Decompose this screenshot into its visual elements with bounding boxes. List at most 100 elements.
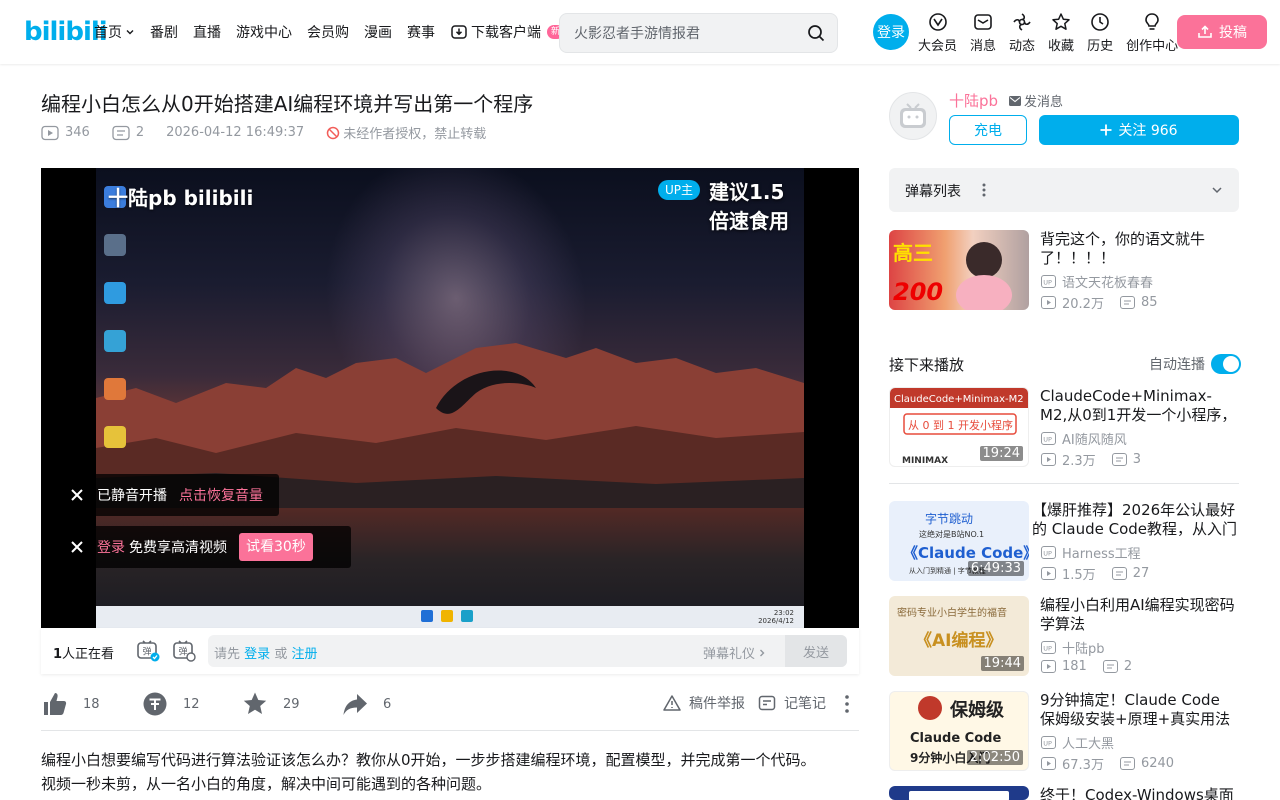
recommend-views: 181 <box>1062 659 1087 674</box>
viewers-now: 1人正在看 <box>53 643 114 662</box>
recommend-views: 1.5万 <box>1062 568 1096 583</box>
coin-button[interactable]: 12 <box>141 690 200 718</box>
recommend-uploader[interactable]: UP AI随风随风 <box>1041 429 1127 448</box>
charge-button[interactable]: 充电 <box>949 115 1027 145</box>
recommend-card[interactable]: ClaudeCode+Minimax-M2 从 0 到 1 开发小程序 MINI… <box>889 387 1239 469</box>
thumbs-up-icon <box>41 690 69 718</box>
danmaku-settings-icon[interactable]: 弹 <box>172 640 196 662</box>
recommend-uploader[interactable]: UP 人工大黑 <box>1041 733 1114 752</box>
chevron-right-icon <box>757 648 767 658</box>
ad-video-card[interactable]: 高三 200 背完这个，你的语文就牛了！！！！ UP 语文天花板春春 20.2万… <box>889 230 1239 312</box>
svg-text:弹: 弹 <box>143 646 152 658</box>
nav-creator-center[interactable]: 创作中心 <box>1126 12 1178 54</box>
nav-manga[interactable]: 漫画 <box>364 22 392 42</box>
notes-button[interactable]: 记笔记 <box>758 693 826 713</box>
nav-messages[interactable]: 消息 <box>970 12 996 54</box>
ad-thumbnail: 高三 200 <box>889 230 1029 310</box>
share-button[interactable]: 6 <box>341 690 391 718</box>
nav-history[interactable]: 历史 <box>1087 12 1113 54</box>
taskbar-date: 2026/4/12 <box>758 617 794 625</box>
danmaku-count-icon <box>1119 757 1135 770</box>
login-button[interactable]: 登录 <box>873 14 909 50</box>
uploader-avatar[interactable] <box>889 92 937 140</box>
ad-stats: 20.2万 85 <box>1041 293 1158 312</box>
play-count-icon <box>1041 296 1056 309</box>
recommend-uploader-name: Harness工程 <box>1062 547 1141 562</box>
ad-title[interactable]: 背完这个，你的语文就牛了！！！！ <box>1040 230 1239 268</box>
ad-thumb-art: 高三 200 <box>893 241 1012 310</box>
play-count-icon <box>1041 757 1056 770</box>
recommend-card[interactable]: 密码专业小白学生的福音 《AI编程》 19:44 编程小白利用AI编程实现密码学… <box>889 596 1239 676</box>
send-message-link[interactable]: 发消息 <box>1009 91 1063 110</box>
dynamic-icon <box>1012 12 1032 32</box>
danmaku-login-link[interactable]: 登录 <box>244 647 270 662</box>
autoplay-switch[interactable]: 自动连播 <box>1149 354 1241 374</box>
svg-text:UP: UP <box>1043 550 1052 558</box>
svg-text:UP: UP <box>1043 279 1052 287</box>
recommend-title[interactable]: 终于！Codex-Windows桌面 <box>1040 786 1239 800</box>
nav-esports[interactable]: 赛事 <box>407 22 435 42</box>
prompt-or: 或 <box>274 647 288 662</box>
danmaku-list-panel[interactable]: 弹幕列表 <box>889 168 1239 212</box>
danmaku-count-icon <box>1111 567 1127 580</box>
more-vertical-icon[interactable] <box>979 182 989 198</box>
recommend-thumbnail <box>889 786 1029 800</box>
view-count: 346 <box>65 125 90 140</box>
recommend-card[interactable]: 终于！Codex-Windows桌面 <box>889 786 1239 800</box>
more-vertical-icon[interactable] <box>839 694 855 714</box>
like-count: 18 <box>83 696 100 712</box>
download-label: 下载客户端 <box>471 25 541 41</box>
nav-esports-label: 赛事 <box>407 25 435 41</box>
recommend-title[interactable]: 【爆肝推荐】2026年公认最好的 Claude Code教程，从入门到精通 <box>1032 501 1239 539</box>
danmaku-toggle-icon[interactable]: 弹 <box>136 640 160 662</box>
recommend-uploader[interactable]: UP 十陆pb <box>1041 638 1105 657</box>
nav-game-center[interactable]: 游戏中心 <box>236 22 292 42</box>
recommend-card[interactable]: 保姆级 Claude Code 9分钟小白入门 2:02:50 9分钟搞定！Cl… <box>889 691 1239 773</box>
danmaku-input[interactable]: 请先 登录 或 注册 弹幕礼仪 发送 <box>208 635 847 667</box>
svg-text:密码专业小白学生的福音: 密码专业小白学生的福音 <box>897 606 1007 619</box>
nav-favorites[interactable]: 收藏 <box>1048 12 1074 54</box>
upload-button[interactable]: 投稿 <box>1177 15 1267 49</box>
report-button[interactable]: 稿件举报 <box>663 693 745 713</box>
recommend-thumbnail: 字节跳动 这绝对是B站NO.1 《Claude Code》 从入门到精通 | 字… <box>889 501 1029 581</box>
autoplay-toggle[interactable] <box>1211 354 1241 374</box>
trial-30s-button[interactable]: 试看30秒 <box>239 533 313 561</box>
recommend-uploader[interactable]: UP Harness工程 <box>1041 543 1141 562</box>
close-icon[interactable] <box>69 487 85 503</box>
search-icon[interactable] <box>807 24 825 42</box>
nav-bangumi-label: 番剧 <box>150 25 178 41</box>
close-icon[interactable] <box>69 539 85 555</box>
recommend-thumbnail: ClaudeCode+Minimax-M2 从 0 到 1 开发小程序 MINI… <box>889 387 1029 467</box>
up-next-divider <box>889 483 1239 484</box>
recommend-title[interactable]: 9分钟搞定！Claude Code 保姆级安装+原理+真实用法（小白必看） <box>1040 691 1239 729</box>
nav-bangumi[interactable]: 番剧 <box>150 22 178 42</box>
nav-vip[interactable]: 大会员 <box>918 12 957 54</box>
danmaku-etiquette-link[interactable]: 弹幕礼仪 <box>703 643 767 662</box>
favorite-button[interactable]: 29 <box>241 690 300 718</box>
description-line: 编程小白想要编写代码进行算法验证该怎么办？教你从0开始，一步步搭建编程环境，配置… <box>41 751 816 769</box>
nav-dynamic[interactable]: 动态 <box>1009 12 1035 54</box>
follow-button[interactable]: 关注 966 <box>1039 115 1239 145</box>
uploader-name[interactable]: 十陆pb <box>949 90 998 111</box>
like-button[interactable]: 18 <box>41 690 100 718</box>
recommend-title[interactable]: ClaudeCode+Minimax-M2,从0到1开发一个小程序，非常详细 <box>1040 387 1239 425</box>
description-line: 视频一秒未剪，从一名小白的角度，解决中间可能遇到的各种问题。 <box>41 775 492 793</box>
nav-mall[interactable]: 会员购 <box>307 22 349 42</box>
ad-uploader[interactable]: UP 语文天花板春春 <box>1041 272 1153 291</box>
play-count-icon <box>1041 660 1056 673</box>
restore-volume-link[interactable]: 点击恢复音量 <box>179 485 263 505</box>
taskbar-icons <box>421 610 473 622</box>
nav-home[interactable]: 首页 <box>94 22 135 42</box>
toast-login-link[interactable]: 登录 <box>97 537 125 557</box>
viewers-count: 1 <box>53 647 63 662</box>
nav-live[interactable]: 直播 <box>193 22 221 42</box>
danmaku-send-button[interactable]: 发送 <box>785 635 847 667</box>
danmaku-register-link[interactable]: 注册 <box>291 647 317 662</box>
copyright-notice: 未经作者授权，禁止转载 <box>326 123 486 142</box>
copyright-text: 未经作者授权，禁止转载 <box>343 127 487 142</box>
nav-download-client[interactable]: 下载客户端 新 <box>450 22 565 42</box>
recommend-card[interactable]: 字节跳动 这绝对是B站NO.1 《Claude Code》 从入门到精通 | 字… <box>889 501 1239 583</box>
video-player[interactable]: 十陆pb bilibili UP主 建议1.5倍速食用 23:02 2026/4… <box>41 168 859 628</box>
search-input[interactable] <box>566 20 796 46</box>
recommend-title[interactable]: 编程小白利用AI编程实现密码学算法 <box>1040 596 1239 634</box>
